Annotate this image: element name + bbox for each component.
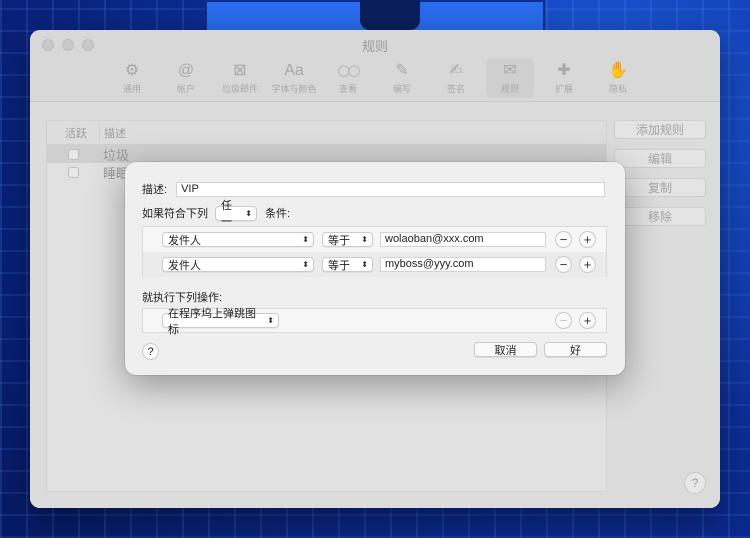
conditions-box: 发件人 ⬍ 等于 ⬍ wolaoban@xxx.com − + 发件人 ⬍ 等于… [142, 226, 607, 277]
active-checkbox[interactable] [47, 148, 99, 160]
wallpaper-chip-detail [360, 0, 420, 30]
description-label: 描述: [142, 184, 168, 196]
remove-condition-button[interactable]: − [555, 256, 572, 273]
operator-value: 等于 [328, 234, 350, 247]
preferences-toolbar: ⚙ 通用 @ 帐户 ⊠ 垃圾邮件 Aa 字体与颜色 ◯◯ 查看 ✎ 编写 ✍ 签… [30, 58, 720, 98]
toolbar-signatures[interactable]: ✍ 签名 [432, 58, 480, 98]
toolbar-general[interactable]: ⚙ 通用 [108, 58, 156, 98]
match-value: 任一 [221, 200, 232, 228]
operator-value: 等于 [328, 259, 350, 272]
toolbar-label: 查看 [338, 84, 357, 94]
rules-table-header: 活跃 描述 [47, 121, 606, 145]
remove-condition-button[interactable]: − [555, 231, 572, 248]
chevron-updown-icon: ⬍ [361, 235, 368, 244]
toolbar-label: 通用 [122, 84, 141, 94]
toolbar-accounts[interactable]: @ 帐户 [162, 58, 210, 98]
match-row: 如果符合下列 任一 ⬍ 条件: [142, 200, 291, 228]
titlebar: 规则 ⚙ 通用 @ 帐户 ⊠ 垃圾邮件 Aa 字体与颜色 ◯◯ 查看 ✎ 编写 … [30, 30, 720, 102]
toolbar-fonts-colors[interactable]: Aa 字体与颜色 [270, 58, 318, 98]
action-popup[interactable]: 在程序坞上弹跳图标 ⬍ [162, 308, 279, 336]
remove-rule-button[interactable]: 移除 [614, 207, 706, 226]
condition-field-popup[interactable]: 发件人 ⬍ [162, 257, 314, 272]
window-title: 规则 [361, 39, 388, 54]
toolbar-label: 签名 [446, 84, 465, 94]
gear-icon: ⚙ [124, 62, 140, 79]
puzzle-icon: ✚ [557, 62, 571, 79]
add-condition-button[interactable]: + [579, 231, 596, 248]
condition-row: 发件人 ⬍ 等于 ⬍ wolaoban@xxx.com − + [143, 227, 606, 252]
chevron-updown-icon: ⬍ [302, 260, 309, 269]
compose-icon: ✎ [395, 62, 409, 79]
action-value: 在程序坞上弹跳图标 [168, 307, 256, 336]
toolbar-extensions[interactable]: ✚ 扩展 [540, 58, 588, 98]
description-field[interactable]: VIP [176, 181, 606, 197]
condition-operator-popup[interactable]: 等于 ⬍ [322, 257, 373, 272]
rules-icon: ✉ [503, 62, 517, 79]
fonts-icon: Aa [284, 62, 304, 79]
toolbar-label: 隐私 [608, 84, 627, 94]
actions-label: 就执行下列操作: [142, 292, 223, 304]
at-icon: @ [177, 62, 195, 79]
hand-icon: ✋ [608, 62, 628, 79]
condition-value-field[interactable]: myboss@yyy.com [380, 257, 546, 272]
toolbar-label: 规则 [500, 84, 519, 94]
match-popup[interactable]: 任一 ⬍ [215, 200, 257, 228]
field-value: 发件人 [168, 234, 201, 247]
toolbar-junk-mail[interactable]: ⊠ 垃圾邮件 [216, 58, 264, 98]
remove-action-button[interactable]: − [555, 312, 572, 329]
toolbar-rules[interactable]: ✉ 规则 [486, 58, 534, 98]
column-active-header[interactable]: 活跃 [47, 125, 99, 141]
chevron-updown-icon: ⬍ [361, 260, 368, 269]
toolbar-viewing[interactable]: ◯◯ 查看 [324, 58, 372, 98]
toolbar-label: 编写 [392, 84, 411, 94]
signature-icon: ✍ [449, 62, 463, 79]
actions-box: 在程序坞上弹跳图标 ⬍ − + [142, 308, 607, 336]
rule-actions: 添加规则 编辑 复制 移除 [614, 120, 706, 226]
cancel-button[interactable]: 取消 [474, 342, 537, 357]
chevron-updown-icon: ⬍ [302, 235, 309, 244]
add-condition-button[interactable]: + [579, 256, 596, 273]
toolbar-privacy[interactable]: ✋ 隐私 [594, 58, 642, 98]
condition-operator-popup[interactable]: 等于 ⬍ [322, 232, 373, 247]
table-row[interactable]: 垃圾 [47, 145, 606, 163]
active-checkbox[interactable] [47, 166, 99, 178]
sheet-help-button[interactable]: ? [142, 343, 159, 360]
column-description-header[interactable]: 描述 [99, 124, 126, 141]
chevron-updown-icon: ⬍ [267, 316, 274, 325]
junk-mail-icon: ⊠ [233, 62, 247, 79]
condition-row: 发件人 ⬍ 等于 ⬍ myboss@yyy.com − + [143, 252, 606, 277]
toolbar-label: 垃圾邮件 [221, 84, 258, 94]
duplicate-rule-button[interactable]: 复制 [614, 178, 706, 197]
chevron-updown-icon: ⬍ [245, 208, 252, 218]
toolbar-label: 字体与颜色 [271, 84, 317, 94]
condition-field-popup[interactable]: 发件人 ⬍ [162, 232, 314, 247]
condition-value-field[interactable]: wolaoban@xxx.com [380, 232, 546, 247]
field-value: 发件人 [168, 259, 201, 272]
add-rule-button[interactable]: 添加规则 [614, 120, 706, 139]
description-row: 描述: VIP [142, 181, 606, 197]
ok-button[interactable]: 好 [544, 342, 607, 357]
edit-rule-sheet: 描述: VIP 如果符合下列 任一 ⬍ 条件: 发件人 ⬍ 等于 ⬍ wolao… [125, 162, 625, 375]
add-action-button[interactable]: + [579, 312, 596, 329]
conditions-label: 条件: [265, 208, 291, 220]
glasses-icon: ◯◯ [337, 65, 361, 77]
toolbar-label: 帐户 [176, 84, 195, 94]
help-button[interactable]: ? [684, 472, 706, 494]
rule-name: 垃圾 [103, 147, 130, 163]
toolbar-composing[interactable]: ✎ 编写 [378, 58, 426, 98]
edit-rule-button[interactable]: 编辑 [614, 149, 706, 168]
toolbar-label: 扩展 [554, 84, 573, 94]
if-label: 如果符合下列 [142, 208, 208, 220]
